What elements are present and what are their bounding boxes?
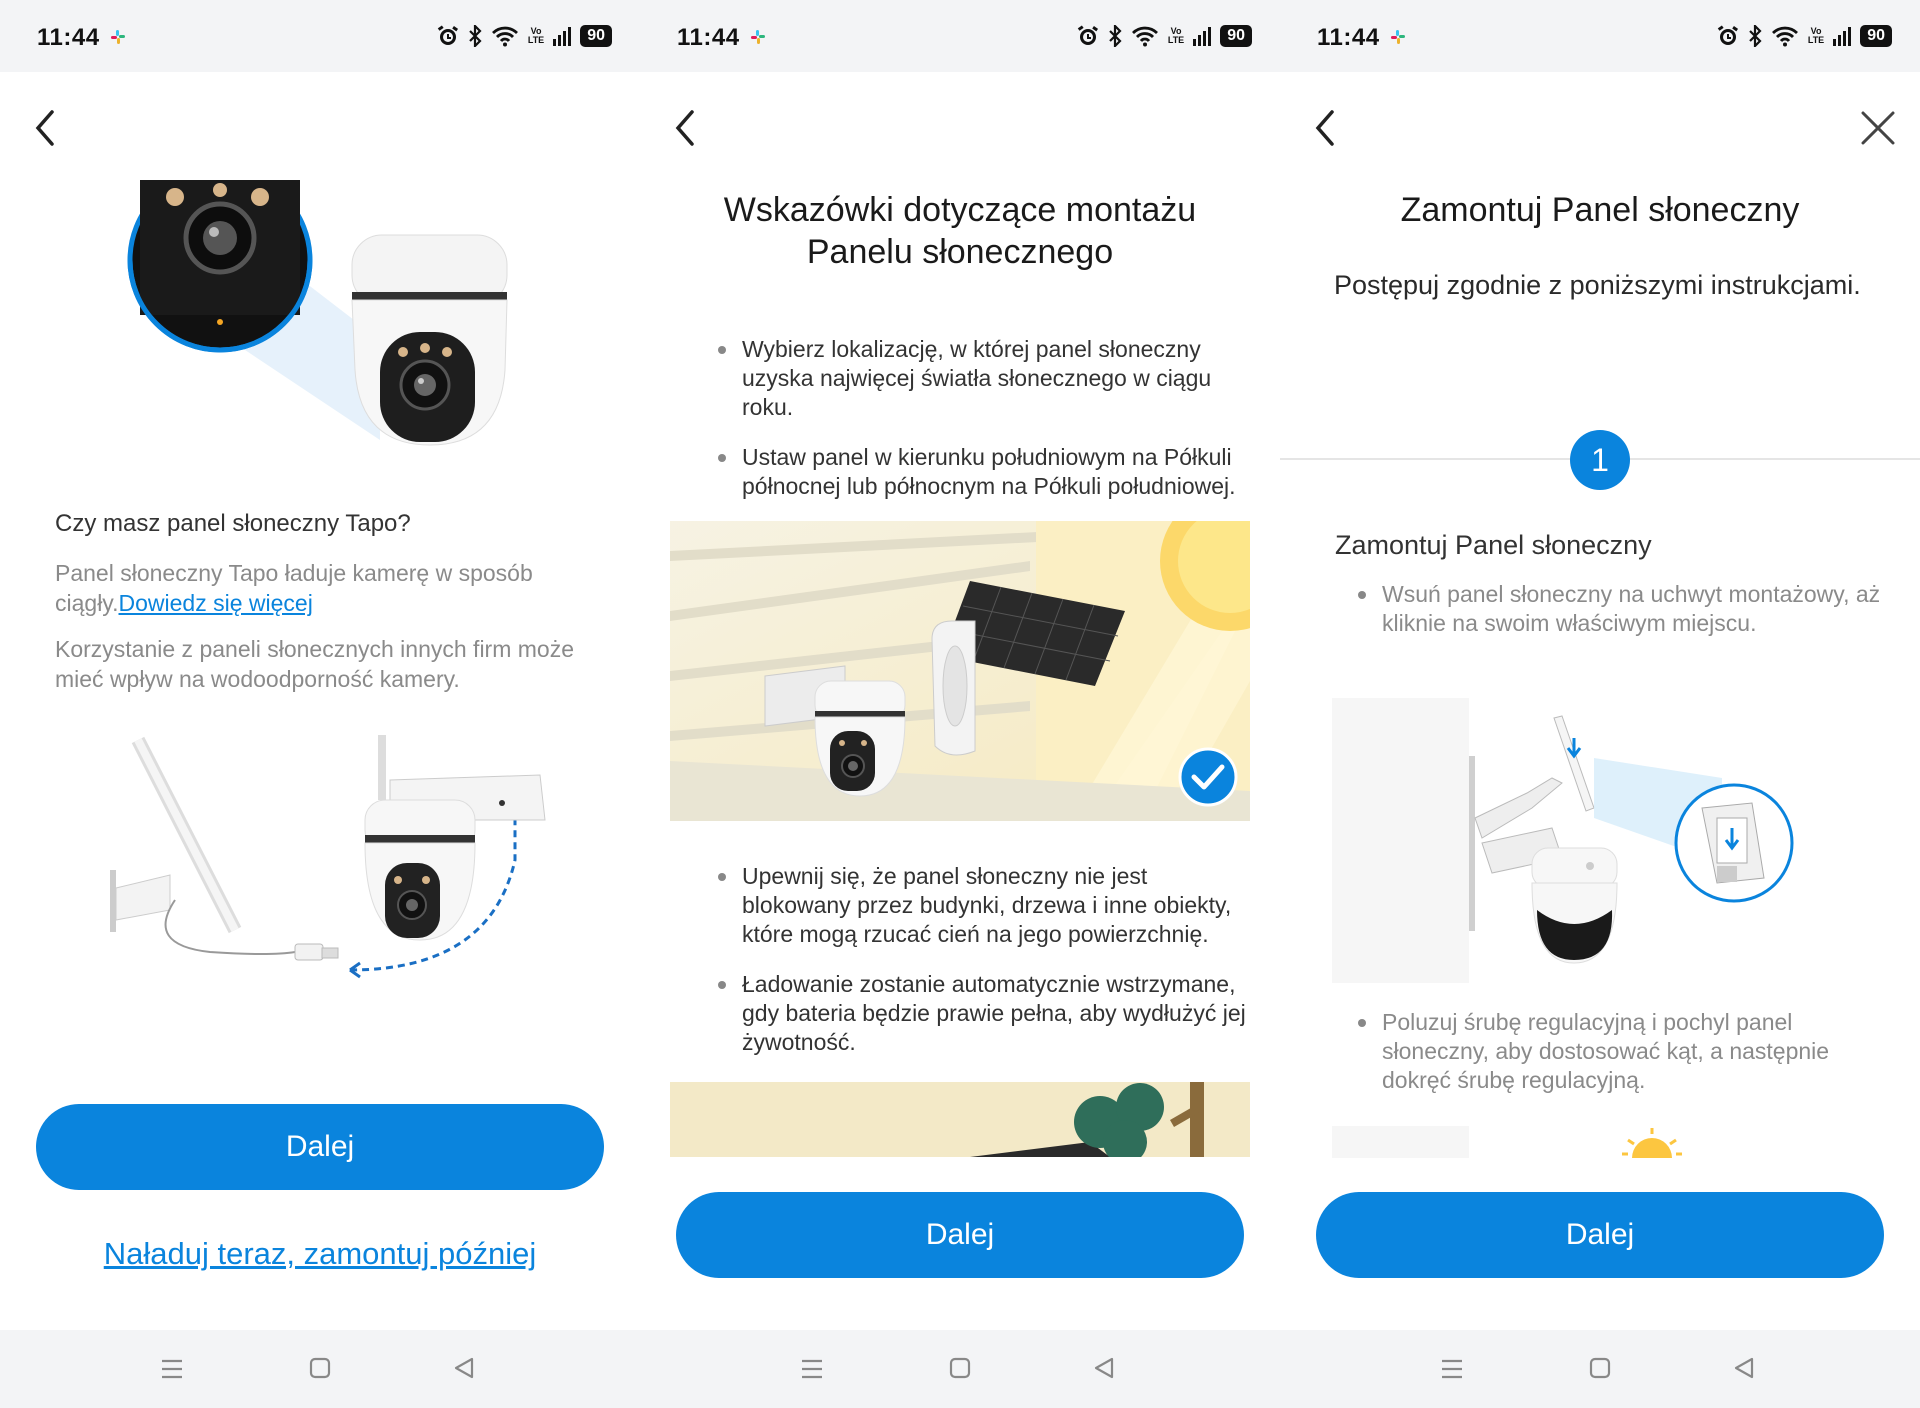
next-button[interactable]: Dalej [676,1192,1244,1278]
solar-panel-question: Czy masz panel słoneczny Tapo? [55,510,411,537]
menu-icon[interactable] [800,1358,824,1380]
status-bar: 11:44 Vo LTE 90 [1280,0,1920,72]
status-time: 11:44 [37,24,100,51]
back-button[interactable] [1308,106,1344,150]
step-title: Zamontuj Panel słoneczny [1335,530,1652,560]
screen-mounting-tips: 11:44 Vo LTE 90 Wskazówki dotyczące monta… [640,0,1280,1408]
signal-icon [1833,27,1852,46]
step-number-badge: 1 [1570,430,1630,490]
list-item: Poluzuj śrubę regulacyjną i pochyl panel… [1316,1008,1896,1095]
slack-icon [1391,30,1405,44]
navigation-bar [1280,1330,1920,1408]
shade-illustration [670,1082,1250,1157]
wifi-icon [1131,26,1158,47]
battery-indicator: 90 [1220,25,1252,47]
list-item: Wsuń panel słoneczny na uchwyt montażowy… [1316,580,1896,638]
volte-bottom: LTE [1167,35,1185,45]
volte-indicator: Vo LTE [528,27,544,45]
home-icon[interactable] [948,1356,972,1380]
status-bar: 11:44 Vo LTE 90 [640,0,1280,72]
menu-icon[interactable] [160,1358,184,1380]
title-line-1: Wskazówki dotyczące montażu [723,191,1197,229]
battery-indicator: 90 [1860,25,1892,47]
signal-icon [1193,27,1212,46]
screen-mount-solar-panel: 11:44 Vo LTE 90 Zamontuj Panel słoneczny … [1280,0,1920,1408]
sun-angle-illustration [1332,1126,1682,1158]
list-item: Ładowanie zostanie automatycznie wstrzym… [676,970,1256,1057]
back-button[interactable] [668,106,704,150]
learn-more-link[interactable]: Dowiedz się więcej [119,590,313,616]
slack-icon [751,30,765,44]
wifi-icon [491,26,518,47]
page-title: Wskazówki dotyczące montażu Panelu słone… [640,189,1280,273]
volte-bottom: LTE [1807,35,1825,45]
page-title: Zamontuj Panel słoneczny [1400,191,1800,229]
signal-icon [553,27,572,46]
title-line-2: Panelu słonecznego [806,233,1114,271]
status-time: 11:44 [677,24,740,51]
list-item: Ustaw panel w kierunku południowym na Pó… [676,443,1256,501]
step-instructions-bottom: Poluzuj śrubę regulacyjną i pochyl panel… [1316,1008,1896,1116]
volte-indicator: Vo LTE [1808,27,1824,45]
home-icon[interactable] [1588,1356,1612,1380]
list-item: Wybierz lokalizację, w której panel słon… [676,335,1256,422]
next-button[interactable]: Dalej [1316,1192,1884,1278]
navigation-bar [0,1330,640,1408]
screen-solar-panel-question: 11:44 Vo LTE 90 Czy masz panel słoneczny… [0,0,640,1408]
bluetooth-icon [469,25,482,47]
volte-bottom: LTE [527,35,545,45]
slack-icon [111,30,125,44]
bluetooth-icon [1749,25,1762,47]
camera-illustration [127,180,508,446]
close-icon[interactable] [1858,108,1898,148]
bluetooth-icon [1109,25,1122,47]
wifi-icon [1771,26,1798,47]
mounting-illustration [670,521,1250,821]
nav-back-icon[interactable] [1092,1356,1116,1380]
status-bar: 11:44 Vo LTE 90 [0,0,640,72]
nav-back-icon[interactable] [1732,1356,1756,1380]
tips-list-top: Wybierz lokalizację, w której panel słon… [676,335,1256,522]
status-time: 11:44 [1317,24,1380,51]
alarm-icon [1077,25,1098,45]
nav-back-icon[interactable] [452,1356,476,1380]
list-item: Upewnij się, że panel słoneczny nie jest… [676,862,1256,949]
alarm-icon [1717,25,1738,45]
charge-now-mount-later-link[interactable]: Naładuj teraz, zamontuj później [0,1236,640,1272]
tips-list-bottom: Upewnij się, że panel słoneczny nie jest… [676,862,1256,1078]
back-button[interactable] [28,106,64,150]
third-party-note: Korzystanie z paneli słonecznych innych … [55,636,575,692]
bracket-mount-illustration [1332,698,1794,983]
home-icon[interactable] [308,1356,332,1380]
page-subtitle: Postępuj zgodnie z poniższymi instrukcja… [1334,270,1861,300]
next-button[interactable]: Dalej [36,1104,604,1190]
navigation-bar [640,1330,1280,1408]
alarm-icon [437,25,458,45]
step-instructions-top: Wsuń panel słoneczny na uchwyt montażowy… [1316,580,1896,659]
battery-indicator: 90 [580,25,612,47]
solar-panel-description: Panel słoneczny Tapo ładuje kamerę w spo… [55,558,595,618]
menu-icon[interactable] [1440,1358,1464,1380]
volte-indicator: Vo LTE [1168,27,1184,45]
panel-connection-illustration [110,735,546,979]
